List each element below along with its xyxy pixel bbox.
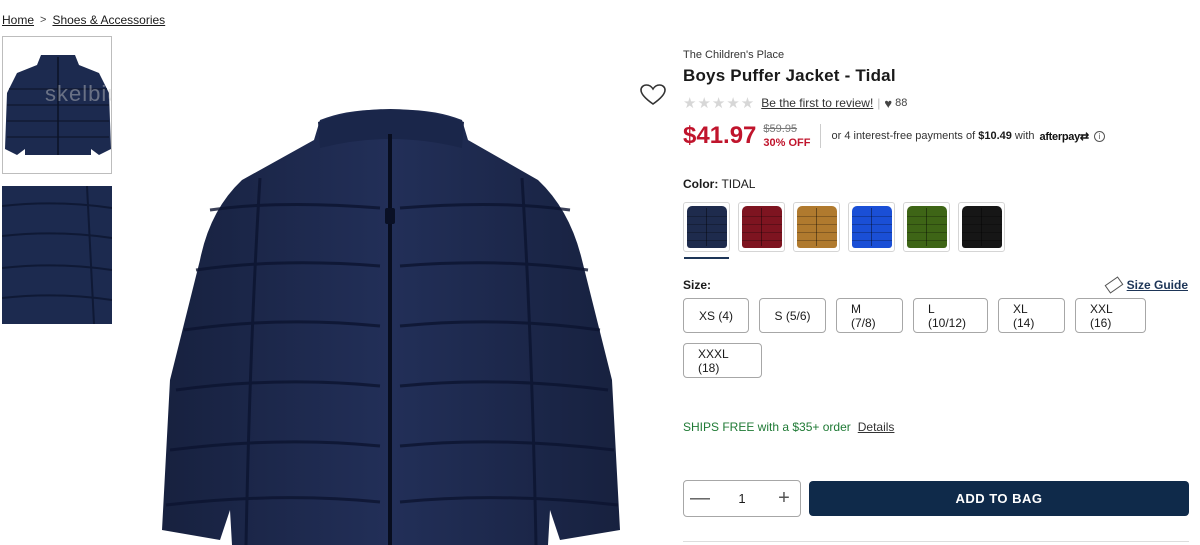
thumbnail-front[interactable]: skelbiu.lt — [2, 36, 112, 174]
swatch-blue[interactable] — [848, 202, 895, 252]
quantity-decrease-button[interactable]: — — [690, 487, 710, 509]
size-guide-label: Size Guide — [1126, 278, 1188, 292]
free-shipping-text: SHIPS FREE with a $35+ order — [683, 420, 851, 434]
jacket-swatch-icon — [796, 206, 837, 248]
shipping-info: SHIPS FREE with a $35+ order Details — [683, 420, 1188, 434]
size-option[interactable]: XXXL (18) — [683, 343, 762, 378]
swatch-black[interactable] — [958, 202, 1005, 252]
size-option[interactable]: M (7/8) — [836, 298, 903, 333]
size-option[interactable]: XXL (16) — [1075, 298, 1146, 333]
quantity-value[interactable]: 1 — [738, 491, 745, 506]
add-to-bag-button[interactable]: ADD TO BAG — [809, 481, 1189, 516]
installments-text: or 4 interest-free payments of $10.49 wi… — [831, 130, 1034, 142]
swatch-tan[interactable] — [793, 202, 840, 252]
jacket-swatch-icon — [741, 206, 782, 248]
size-header: Size: Size Guide — [683, 276, 1188, 294]
jacket-swatch-icon — [961, 206, 1002, 248]
breadcrumb: Home > Shoes & Accessories — [2, 13, 165, 27]
rating-row: ★★★★★ Be the first to review! | ♥ 88 — [683, 94, 1188, 112]
jacket-swatch-icon — [851, 206, 892, 248]
quantity-stepper: — 1 + — [683, 480, 801, 517]
rating-separator: | — [877, 96, 881, 110]
favorites-count: 88 — [895, 97, 908, 109]
installment-amount: $10.49 — [978, 130, 1012, 142]
installments-prefix: or 4 interest-free payments of — [831, 130, 979, 142]
breadcrumb-separator: > — [40, 14, 47, 26]
wishlist-heart-icon[interactable] — [640, 84, 666, 106]
product-title: Boys Puffer Jacket - Tidal — [683, 66, 896, 85]
price-compare: $59.95 30% OFF — [763, 122, 810, 150]
price-row: $41.97 $59.95 30% OFF or 4 interest-free… — [683, 119, 1188, 153]
quantity-increase-button[interactable]: + — [774, 487, 794, 509]
size-label: Size: — [683, 278, 712, 292]
cart-row: — 1 + ADD TO BAG — [683, 480, 1189, 517]
color-label-title: Color: — [683, 177, 719, 191]
swatch-red[interactable] — [738, 202, 785, 252]
swatch-olive[interactable] — [903, 202, 950, 252]
size-guide-link[interactable]: Size Guide — [1104, 276, 1188, 294]
size-option[interactable]: S (5/6) — [759, 298, 826, 333]
color-swatches — [683, 202, 1188, 259]
price-divider — [820, 124, 822, 148]
sale-price: $41.97 — [683, 122, 757, 149]
size-option[interactable]: L (10/12) — [913, 298, 988, 333]
first-review-link[interactable]: Be the first to review! — [761, 96, 873, 110]
breadcrumb-category-link[interactable]: Shoes & Accessories — [52, 13, 165, 27]
ruler-icon — [1104, 276, 1124, 294]
size-option[interactable]: XL (14) — [998, 298, 1065, 333]
color-value: TIDAL — [721, 177, 756, 191]
brand-name: The Children's Place — [683, 49, 785, 61]
thumbnail-list: skelbiu.lt — [2, 36, 114, 336]
original-price: $59.95 — [763, 123, 798, 135]
afterpay-mark-icon: ⇄ — [1079, 130, 1089, 143]
breadcrumb-home-link[interactable]: Home — [2, 13, 34, 27]
favorites-heart-icon: ♥ — [884, 95, 893, 111]
swatch-tidal[interactable] — [683, 202, 730, 259]
bottom-divider — [683, 541, 1189, 542]
jacket-swatch-icon — [906, 206, 947, 248]
rating-stars-icon: ★★★★★ — [683, 95, 756, 112]
jacket-detail-image — [2, 186, 112, 324]
installments-suffix: with — [1011, 130, 1035, 142]
discount-badge: 30% OFF — [763, 137, 811, 149]
afterpay-logo: afterpay⇄ — [1039, 130, 1090, 143]
product-info: The Children's Place Boys Puffer Jacket … — [683, 49, 1188, 434]
size-options: XS (4) S (5/6) M (7/8) L (10/12) XL (14)… — [683, 298, 1188, 378]
main-product-image — [150, 90, 640, 545]
watermark-text: skelbiu.lt — [45, 81, 111, 106]
shipping-details-link[interactable]: Details — [858, 420, 895, 434]
thumbnail-detail[interactable] — [2, 186, 112, 324]
info-icon[interactable]: i — [1093, 130, 1105, 142]
color-label: Color: TIDAL — [683, 177, 1188, 191]
afterpay-wordmark: afterpay — [1039, 130, 1081, 143]
size-option[interactable]: XS (4) — [683, 298, 749, 333]
jacket-swatch-icon — [686, 206, 727, 248]
